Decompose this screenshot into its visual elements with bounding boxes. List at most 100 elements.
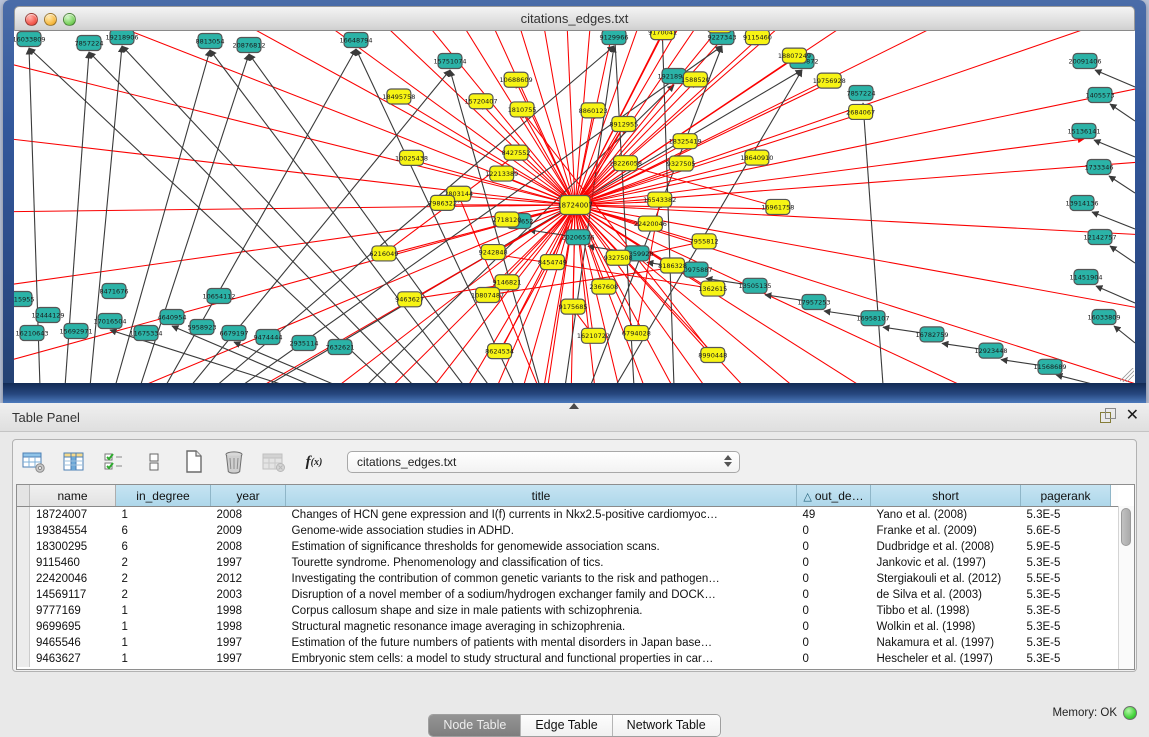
table-cell[interactable]: 6 [116,523,211,539]
column-header-short[interactable]: short [871,485,1021,507]
table-cell[interactable]: 5.3E-5 [1021,603,1111,619]
column-header-in_degree[interactable]: in_degree [116,485,211,507]
table-cell[interactable]: Dudbridge et al. (2008) [871,539,1021,555]
table-cell[interactable]: 1 [116,507,211,524]
network-canvas[interactable]: 1603380978572241921890688130542087681216… [14,31,1135,383]
function-builder-icon[interactable]: f(x) [301,449,327,475]
table-cell[interactable]: 0 [797,619,871,635]
table-panel-header[interactable]: Table Panel ✕ [0,403,1149,432]
table-cell[interactable]: Hescheler et al. (1997) [871,651,1021,667]
table-cell[interactable]: Estimation of the future numbers of pati… [286,635,797,651]
table-cell[interactable]: 1 [116,651,211,667]
table-select-combo[interactable]: citations_edges.txt [347,451,740,473]
table-cell[interactable]: 18724007 [30,507,116,524]
table-cell[interactable]: 5.6E-5 [1021,523,1111,539]
table-cell[interactable]: Embryonic stem cells: a model to study s… [286,651,797,667]
table-cell[interactable]: Yano et al. (2008) [871,507,1021,524]
memory-indicator[interactable]: Memory: OK [1052,706,1137,720]
table-cell[interactable]: 2008 [211,507,286,524]
table-cell[interactable]: Investigating the contribution of common… [286,571,797,587]
splitter-handle-icon[interactable] [569,403,579,409]
table-cell[interactable]: 9699695 [30,619,116,635]
table-cell[interactable]: 19384554 [30,523,116,539]
table-cell[interactable]: 9465546 [30,635,116,651]
table-cell[interactable]: 1997 [211,651,286,667]
table-row[interactable]: 977716911998Corpus callosum shape and si… [17,603,1118,619]
table-cell[interactable]: 1997 [211,555,286,571]
close-panel-icon[interactable]: ✕ [1126,408,1139,423]
table-cell[interactable]: Nakamura et al. (1997) [871,635,1021,651]
table-cell[interactable]: Genome-wide association studies in ADHD. [286,523,797,539]
table-cell[interactable]: Jankovic et al. (1997) [871,555,1021,571]
table-cell[interactable]: 5.3E-5 [1021,651,1111,667]
table-cell[interactable]: 5.3E-5 [1021,635,1111,651]
table-cell[interactable]: 2 [116,571,211,587]
table-row[interactable]: 946362711997Embryonic stem cells: a mode… [17,651,1118,667]
column-header-out_de[interactable]: △out_de… [797,485,871,507]
table-cell[interactable]: 2008 [211,539,286,555]
table-cell[interactable]: 6 [116,539,211,555]
table-cell[interactable]: 5.3E-5 [1021,507,1111,524]
table-cell[interactable]: 5.3E-5 [1021,619,1111,635]
table-cell[interactable]: Wolkin et al. (1998) [871,619,1021,635]
scrollbar-thumb[interactable] [1121,508,1131,546]
show-columns-icon[interactable] [61,449,87,475]
table-cell[interactable]: 9115460 [30,555,116,571]
table-cell[interactable]: 1 [116,603,211,619]
table-row[interactable]: 969969511998Structural magnetic resonanc… [17,619,1118,635]
table-cell[interactable]: 1998 [211,603,286,619]
table-vertical-scrollbar[interactable] [1118,506,1134,669]
table-row[interactable]: 1830029562008Estimation of significance … [17,539,1118,555]
table-cell[interactable]: 22420046 [30,571,116,587]
table-cell[interactable]: 0 [797,571,871,587]
table-cell[interactable]: 0 [797,539,871,555]
table-cell[interactable]: 2 [116,555,211,571]
table-cell[interactable]: 5.5E-5 [1021,571,1111,587]
table-cell[interactable]: Structural magnetic resonance image aver… [286,619,797,635]
table-cell[interactable]: Tibbo et al. (1998) [871,603,1021,619]
delete-trash-icon[interactable] [221,449,247,475]
table-cell[interactable]: 9777169 [30,603,116,619]
table-cell[interactable]: 49 [797,507,871,524]
table-cell[interactable]: Tourette syndrome. Phenomenology and cla… [286,555,797,571]
table-cell[interactable]: 0 [797,587,871,603]
table-cell[interactable]: 5.3E-5 [1021,587,1111,603]
table-cell[interactable]: Estimation of significance thresholds fo… [286,539,797,555]
select-columns-icon[interactable] [101,449,127,475]
column-header-year[interactable]: year [211,485,286,507]
table-cell[interactable]: 9463627 [30,651,116,667]
row-handles-icon[interactable] [141,449,167,475]
table-cell[interactable]: 0 [797,651,871,667]
network-window-titlebar[interactable]: citations_edges.txt [14,6,1135,31]
table-row[interactable]: 2242004622012Investigating the contribut… [17,571,1118,587]
table-cell[interactable]: 0 [797,523,871,539]
table-cell[interactable]: 2012 [211,571,286,587]
table-cell[interactable]: 14569117 [30,587,116,603]
float-panel-icon[interactable] [1100,408,1116,423]
table-row[interactable]: 1938455462009Genome-wide association stu… [17,523,1118,539]
table-cell[interactable]: 2003 [211,587,286,603]
resize-grip-icon[interactable] [1120,368,1134,382]
table-cell[interactable]: Franke et al. (2009) [871,523,1021,539]
table-cell[interactable]: Disruption of a novel member of a sodium… [286,587,797,603]
table-cell[interactable]: 0 [797,555,871,571]
table-cell[interactable]: 0 [797,635,871,651]
table-cell[interactable]: de Silva et al. (2003) [871,587,1021,603]
table-cell[interactable]: 1 [116,619,211,635]
column-header-title[interactable]: title [286,485,797,507]
table-cell[interactable]: 18300295 [30,539,116,555]
table-cell[interactable]: 5.3E-5 [1021,555,1111,571]
new-file-icon[interactable] [181,449,207,475]
table-row[interactable]: 946554611997Estimation of the future num… [17,635,1118,651]
table-cell[interactable]: 1997 [211,635,286,651]
table-cell[interactable]: 2009 [211,523,286,539]
table-cell[interactable]: Corpus callosum shape and size in male p… [286,603,797,619]
table-row[interactable]: 1872400712008Changes of HCN gene express… [17,507,1118,524]
table-mode-icon[interactable] [21,449,47,475]
table-cell[interactable]: Changes of HCN gene expression and I(f) … [286,507,797,524]
column-header-pagerank[interactable]: pagerank [1021,485,1111,507]
column-header-name[interactable]: name [30,485,116,507]
table-row[interactable]: 1456911722003Disruption of a novel membe… [17,587,1118,603]
table-cell[interactable]: 0 [797,603,871,619]
table-row[interactable]: 911546021997Tourette syndrome. Phenomeno… [17,555,1118,571]
